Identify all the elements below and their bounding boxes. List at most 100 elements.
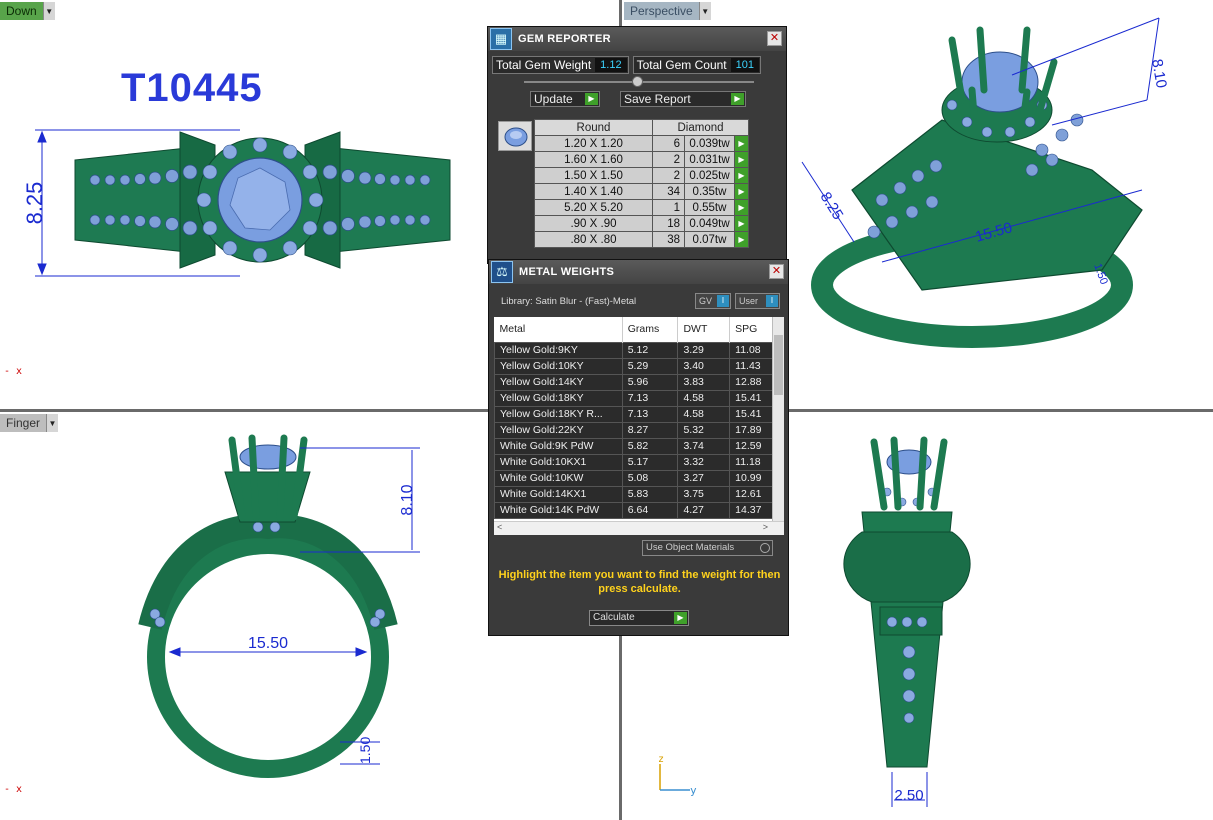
play-icon[interactable]: ▶ (734, 167, 749, 184)
gv-toggle[interactable]: GV I (695, 293, 731, 309)
update-button[interactable]: Update ▶ (530, 91, 600, 107)
metal-row[interactable]: Yellow Gold:22KY 8.27 5.32 17.89 (494, 421, 774, 439)
play-icon[interactable]: ▶ (734, 199, 749, 216)
gem-row[interactable]: .90 X .90 18 0.049tw ▶ (534, 215, 749, 232)
gem-row[interactable]: .80 X .80 38 0.07tw ▶ (534, 231, 749, 248)
play-icon[interactable]: ▶ (734, 215, 749, 232)
gem-count: 2 (652, 151, 685, 168)
chevron-down-icon[interactable]: ▼ (42, 2, 55, 20)
metal-row[interactable]: White Gold:14K PdW 6.64 4.27 14.37 (494, 501, 774, 519)
column-header[interactable]: Grams (622, 317, 679, 342)
metal-value: 5.32 (677, 421, 731, 439)
metal-value: 12.88 (729, 373, 774, 391)
vertical-scrollbar[interactable] (772, 317, 784, 521)
metal-row[interactable]: White Gold:9K PdW 5.82 3.74 12.59 (494, 437, 774, 455)
gem-weight: 0.55tw (684, 199, 735, 216)
column-header[interactable]: DWT (677, 317, 731, 342)
horizontal-scrollbar[interactable]: < > (494, 521, 784, 535)
gem-size: 1.40 X 1.40 (534, 183, 653, 200)
play-icon[interactable]: ▶ (734, 151, 749, 168)
gem-row[interactable]: 1.60 X 1.60 2 0.031tw ▶ (534, 151, 749, 168)
metal-name: White Gold:9K PdW (494, 437, 623, 455)
metal-value: 4.58 (677, 389, 731, 407)
use-object-materials-toggle[interactable]: Use Object Materials (642, 540, 773, 556)
metal-value: 8.27 (621, 421, 679, 439)
metal-value: 11.18 (729, 453, 774, 471)
viewport-tab-perspective[interactable]: Perspective ▼ (624, 2, 711, 20)
metal-row[interactable]: White Gold:10KX1 5.17 3.32 11.18 (494, 453, 774, 471)
metal-row[interactable]: Yellow Gold:18KY 7.13 4.58 15.41 (494, 389, 774, 407)
save-report-button[interactable]: Save Report ▶ (620, 91, 746, 107)
gem-weight: 0.039tw (684, 135, 735, 152)
metal-row[interactable]: Yellow Gold:14KY 5.96 3.83 12.88 (494, 373, 774, 391)
radio-icon (760, 543, 770, 553)
library-label: Library: Satin Blur - (Fast)-Metal (501, 296, 637, 307)
chevron-down-icon[interactable]: ▼ (46, 414, 59, 432)
close-icon[interactable]: ✕ (769, 264, 784, 279)
play-icon: ▶ (674, 612, 687, 624)
metal-name: White Gold:10KX1 (494, 453, 623, 471)
metal-value: 12.61 (729, 485, 774, 503)
ring-band (147, 536, 389, 778)
metal-value: 3.75 (677, 485, 731, 503)
gem-weight: 0.07tw (684, 231, 735, 248)
x-axis-icon: - x (4, 366, 23, 377)
gem-row[interactable]: 5.20 X 5.20 1 0.55tw ▶ (534, 199, 749, 216)
total-gem-count: Total Gem Count 101 (632, 56, 761, 74)
front-height-dim: 8.10 (399, 484, 416, 515)
gem-count: 38 (652, 231, 685, 248)
metal-value: 10.99 (729, 469, 774, 487)
chevron-right-icon[interactable]: > (763, 522, 768, 532)
metal-value: 3.27 (677, 469, 731, 487)
metal-table-container[interactable]: Metal Grams DWT SPG Yellow Gold:9KY 5.12 3.29… (494, 317, 784, 535)
front-band-dim: 1.50 (357, 737, 373, 764)
metal-value: 3.74 (677, 437, 731, 455)
play-icon[interactable]: ▶ (734, 231, 749, 248)
instruction-text: Highlight the item you want to find the … (498, 569, 781, 595)
gem-count: 18 (652, 215, 685, 232)
metal-weights-panel: ⚖ METAL WEIGHTS ✕ Library: Satin Blur - … (488, 259, 789, 636)
metal-row[interactable]: Yellow Gold:9KY 5.12 3.29 11.08 (494, 341, 774, 359)
gem-reporter-titlebar[interactable]: ▦ GEM REPORTER ✕ (488, 27, 786, 51)
play-icon: ▶ (731, 93, 744, 105)
scrollbar-thumb[interactable] (774, 335, 783, 395)
metal-row[interactable]: White Gold:10KW 5.08 3.27 10.99 (494, 469, 774, 487)
viewport-tab-finger[interactable]: Finger ▼ (0, 414, 59, 432)
metal-row[interactable]: Yellow Gold:18KY R... 7.13 4.58 15.41 (494, 405, 774, 423)
play-icon[interactable]: ▶ (734, 135, 749, 152)
metal-name: Yellow Gold:22KY (494, 421, 623, 439)
total-gem-count-value: 101 (730, 58, 759, 72)
persp-height-dim: 8.10 (1148, 58, 1170, 90)
toggle-icon: I (717, 295, 729, 307)
metal-row[interactable]: Yellow Gold:10KY 5.29 3.40 11.43 (494, 357, 774, 375)
splitter-handle[interactable] (632, 76, 643, 87)
gem-row[interactable]: 1.40 X 1.40 34 0.35tw ▶ (534, 183, 749, 200)
gem-row[interactable]: 1.50 X 1.50 2 0.025tw ▶ (534, 167, 749, 184)
chevron-left-icon[interactable]: < (497, 522, 502, 532)
metal-weights-titlebar[interactable]: ⚖ METAL WEIGHTS ✕ (489, 260, 788, 284)
gem-count: 1 (652, 199, 685, 216)
column-header[interactable]: SPG (729, 317, 774, 342)
gem-weight: 0.031tw (684, 151, 735, 168)
panel-title: GEM REPORTER (518, 33, 611, 45)
metal-value: 5.17 (621, 453, 679, 471)
play-icon[interactable]: ▶ (734, 183, 749, 200)
close-icon[interactable]: ✕ (767, 31, 782, 46)
gem-row[interactable]: 1.20 X 1.20 6 0.039tw ▶ (534, 135, 749, 152)
metal-value: 6.64 (621, 501, 679, 519)
column-header[interactable]: Metal (494, 317, 623, 342)
metal-value: 5.29 (621, 357, 679, 375)
metal-name: Yellow Gold:18KY R... (494, 405, 623, 423)
metal-value: 4.27 (677, 501, 731, 519)
viewport-tab-label: Perspective (624, 2, 699, 20)
chevron-down-icon[interactable]: ▼ (698, 2, 711, 20)
metal-row[interactable]: White Gold:14KX1 5.83 3.75 12.61 (494, 485, 774, 503)
calculate-button[interactable]: Calculate ▶ (589, 610, 689, 626)
viewport-tab-down[interactable]: Down ▼ (0, 2, 55, 20)
user-toggle[interactable]: User I (735, 293, 780, 309)
gem-table: Round Diamond 1.20 X 1.20 6 0.039tw ▶ 1.60 X… (534, 119, 749, 248)
panel-title: METAL WEIGHTS (519, 266, 615, 278)
metal-name: Yellow Gold:14KY (494, 373, 623, 391)
metal-value: 17.89 (729, 421, 774, 439)
metal-value: 11.43 (729, 357, 774, 375)
